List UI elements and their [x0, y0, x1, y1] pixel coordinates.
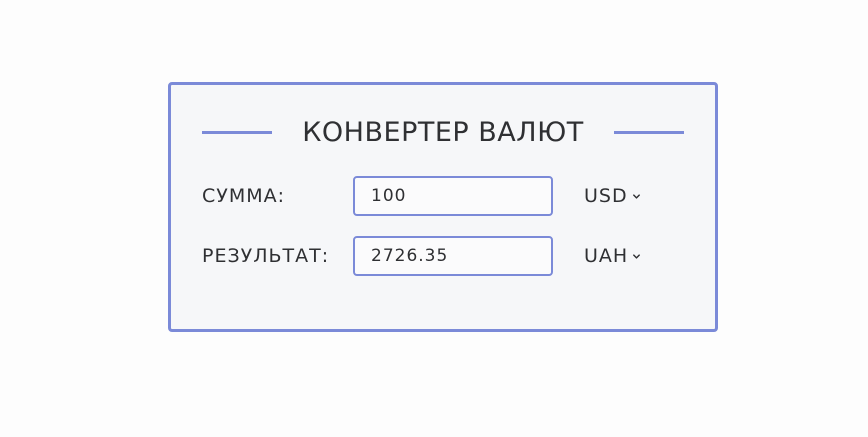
result-row: РЕЗУЛЬТАТ: UAH — [171, 236, 715, 276]
title-divider-left — [202, 131, 272, 134]
amount-input[interactable] — [353, 176, 553, 216]
result-currency-select[interactable]: UAH — [584, 236, 641, 276]
amount-currency-value: USD — [584, 185, 628, 207]
page-title: КОНВЕРТЕР ВАЛЮТ — [302, 117, 584, 148]
chevron-down-icon — [633, 253, 641, 259]
chevron-down-icon — [632, 193, 640, 199]
converter-card: КОНВЕРТЕР ВАЛЮТ СУММА: USD РЕЗУЛЬТАТ: UA… — [168, 82, 718, 332]
result-input[interactable] — [353, 236, 553, 276]
result-currency-value: UAH — [584, 245, 629, 267]
result-label: РЕЗУЛЬТАТ: — [202, 245, 330, 267]
page: КОНВЕРТЕР ВАЛЮТ СУММА: USD РЕЗУЛЬТАТ: UA… — [0, 0, 868, 437]
title-divider-right — [614, 131, 684, 134]
amount-row: СУММА: USD — [171, 176, 715, 216]
title-row: КОНВЕРТЕР ВАЛЮТ — [171, 113, 715, 153]
amount-label: СУММА: — [202, 185, 286, 207]
amount-currency-select[interactable]: USD — [584, 176, 641, 216]
